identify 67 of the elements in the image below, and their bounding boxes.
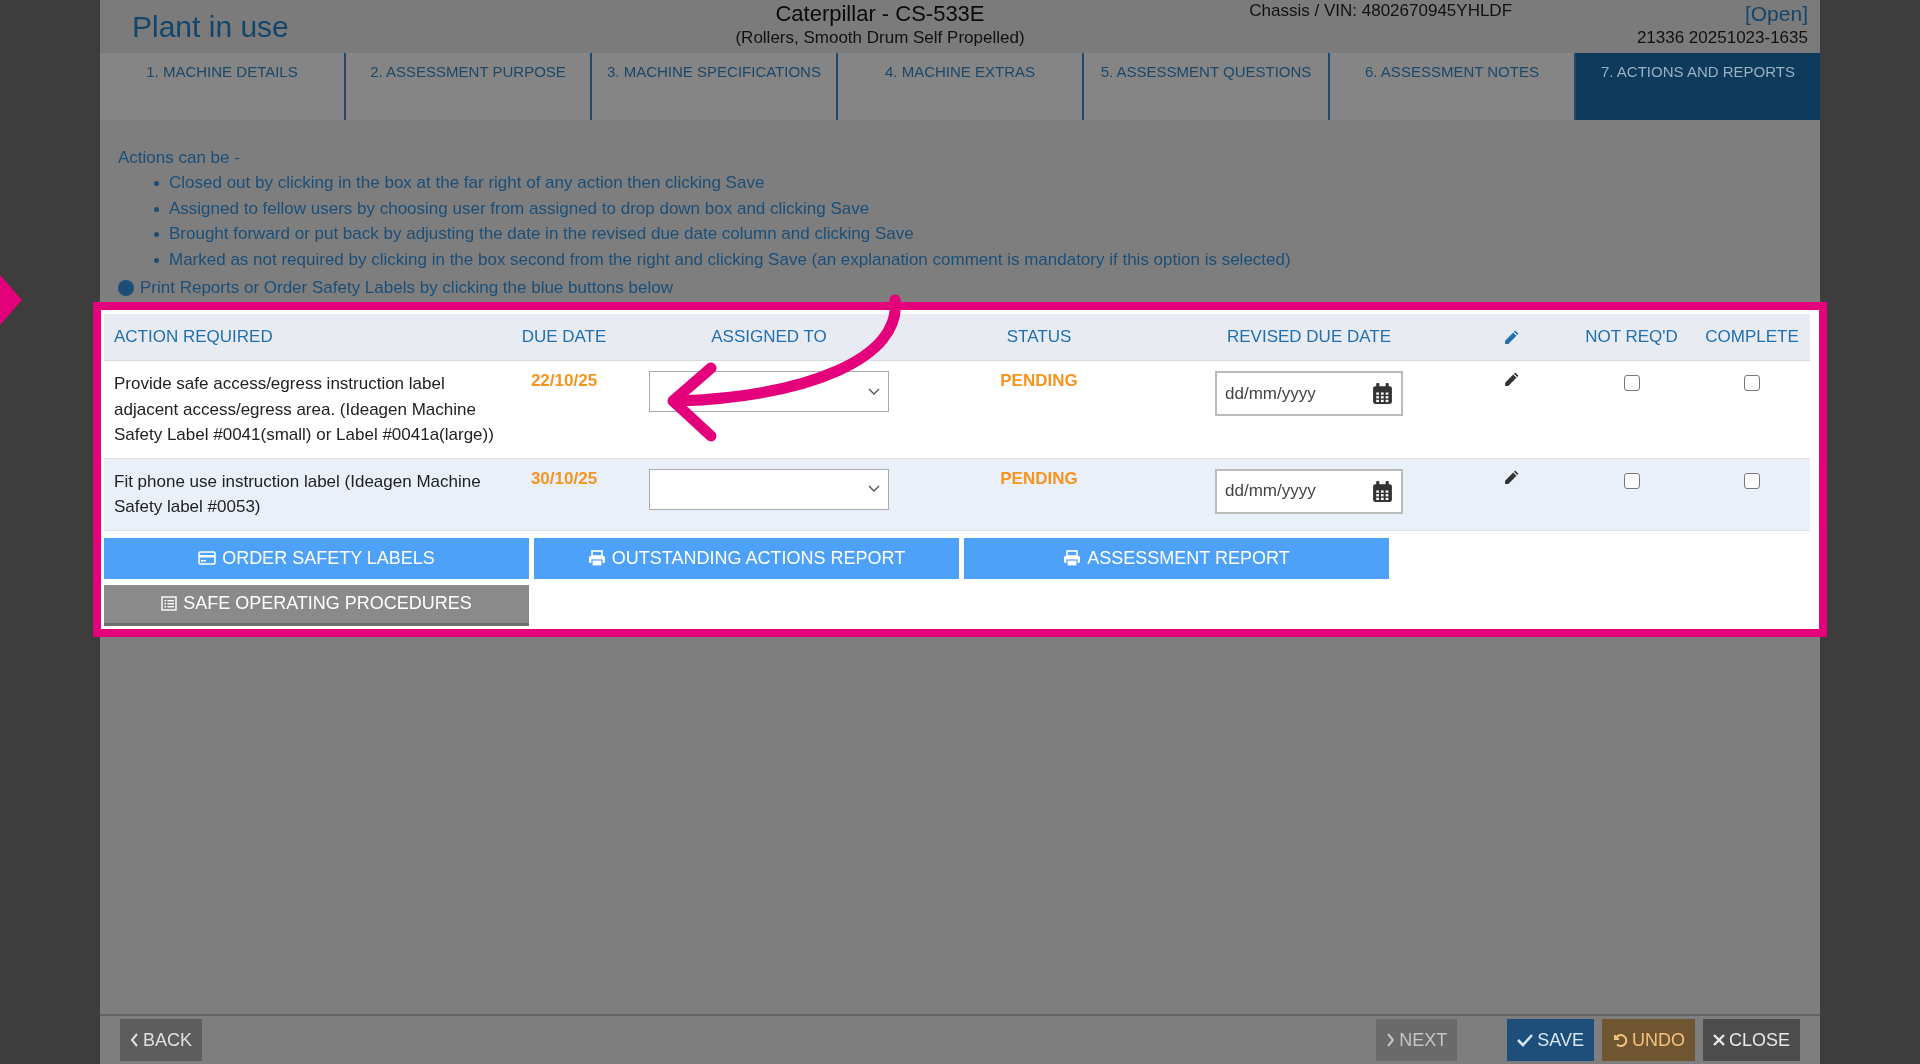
tab[interactable]: 7. ACTIONS AND REPORTS (1576, 53, 1820, 120)
procedures-button[interactable]: SAFE OPERATING PROCEDURES (104, 584, 529, 626)
action-text: Provide safe access/egress instruction label adjacent access/egress area. (Ideagen Machine Safety Label #0041(small) or Label #0041a(large)) (113, 373, 495, 447)
revised-date-field[interactable]: dd/mm/yyyy (1215, 371, 1403, 417)
bullet-icon (154, 232, 159, 238)
instruction-item: Assigned to fellow users by choosing user from assigned to drop down box and clicking Save (169, 197, 870, 220)
not-required-checkbox[interactable] (1623, 472, 1640, 489)
action-text: Fit phone use instruction label (Ideagen Machine Safety label #0053) (113, 470, 482, 519)
machine-name: Caterpillar - CS-533E (775, 0, 985, 27)
order-labels-button[interactable]: ORDER SAFETY LABELS (104, 537, 529, 579)
page-title: Plant in use (132, 9, 290, 44)
due-date: 22/10/25 (530, 371, 598, 392)
column-header: COMPLETE (1694, 314, 1810, 362)
assignee-select[interactable] (649, 468, 889, 510)
pencil-icon[interactable] (1503, 468, 1520, 486)
bullet-icon (154, 206, 159, 212)
report-button[interactable]: ASSESSMENT REPORT (964, 537, 1389, 579)
reference-number: 21336 20251023-1635 (1636, 27, 1808, 49)
not-required-checkbox[interactable] (1623, 375, 1640, 392)
tab[interactable]: 5. ASSESSMENT QUESTIONS (1084, 53, 1330, 120)
close-icon (1712, 1034, 1725, 1046)
tab[interactable]: 4. MACHINE EXTRAS (838, 53, 1084, 120)
status-text: PENDING (1000, 371, 1078, 392)
due-date: 30/10/25 (530, 468, 598, 489)
status-link[interactable]: [Open] (1744, 0, 1808, 27)
complete-checkbox[interactable] (1744, 375, 1760, 392)
instructions-intro: Actions can be - (118, 148, 241, 168)
instruction-item: Marked as not required by clicking in the box second from the right and clicking Save (an explanation comment is mandatory if this option is selected) (169, 248, 1291, 271)
instruction-item: Closed out by clicking in the box at the far right of any action then clicking Save (169, 172, 765, 194)
tab[interactable]: 3. MACHINE SPECIFICATIONS (592, 53, 838, 120)
printer-icon (587, 549, 606, 567)
close-button[interactable]: CLOSE (1702, 1019, 1800, 1061)
chassis-number: Chassis / VIN: 4802670945YHLDF (1249, 0, 1513, 22)
calendar-icon[interactable] (1372, 479, 1393, 503)
back-button[interactable]: BACK (120, 1019, 203, 1061)
calendar-icon[interactable] (1372, 382, 1393, 406)
bullet-icon (154, 181, 159, 186)
column-header: ASSIGNED TO (624, 314, 914, 362)
undo-icon (1611, 1032, 1628, 1048)
column-header: STATUS (914, 314, 1164, 362)
column-header: DUE DATE (504, 314, 624, 362)
card-icon (198, 551, 217, 566)
list-icon (161, 596, 178, 612)
chevron-down-icon (868, 485, 880, 494)
pencil-icon[interactable] (1503, 371, 1520, 389)
status-text: PENDING (1000, 468, 1078, 489)
tab[interactable]: 6. ASSESSMENT NOTES (1330, 53, 1576, 120)
chevron-down-icon (868, 387, 880, 396)
save-button[interactable]: SAVE (1507, 1019, 1594, 1061)
check-icon (1517, 1033, 1534, 1047)
chevron-left-icon (130, 1033, 139, 1047)
column-header: NOT REQ'D (1569, 314, 1694, 362)
instructions-hint: Print Reports or Order Safety Labels by clicking the blue buttons below (140, 278, 673, 299)
complete-checkbox[interactable] (1744, 472, 1760, 489)
pointer-icon (0, 275, 22, 325)
machine-type: (Rollers, Smooth Drum Self Propelled) (735, 27, 1025, 49)
tab[interactable]: 1. MACHINE DETAILS (100, 53, 346, 120)
column-header: ACTION REQUIRED (104, 314, 504, 362)
instruction-item: Brought forward or put back by adjusting the date in the revised due date column and clicking Save (169, 223, 914, 246)
chevron-right-icon (1386, 1033, 1396, 1047)
tab[interactable]: 2. ASSESSMENT PURPOSE (346, 53, 592, 120)
column-header: REVISED DUE DATE (1164, 314, 1454, 362)
revised-date-field[interactable]: dd/mm/yyyy (1215, 468, 1403, 514)
info-icon (118, 280, 134, 297)
bullet-icon (154, 257, 159, 263)
report-button[interactable]: OUTSTANDING ACTIONS REPORT (534, 537, 959, 579)
printer-icon (1063, 549, 1082, 567)
